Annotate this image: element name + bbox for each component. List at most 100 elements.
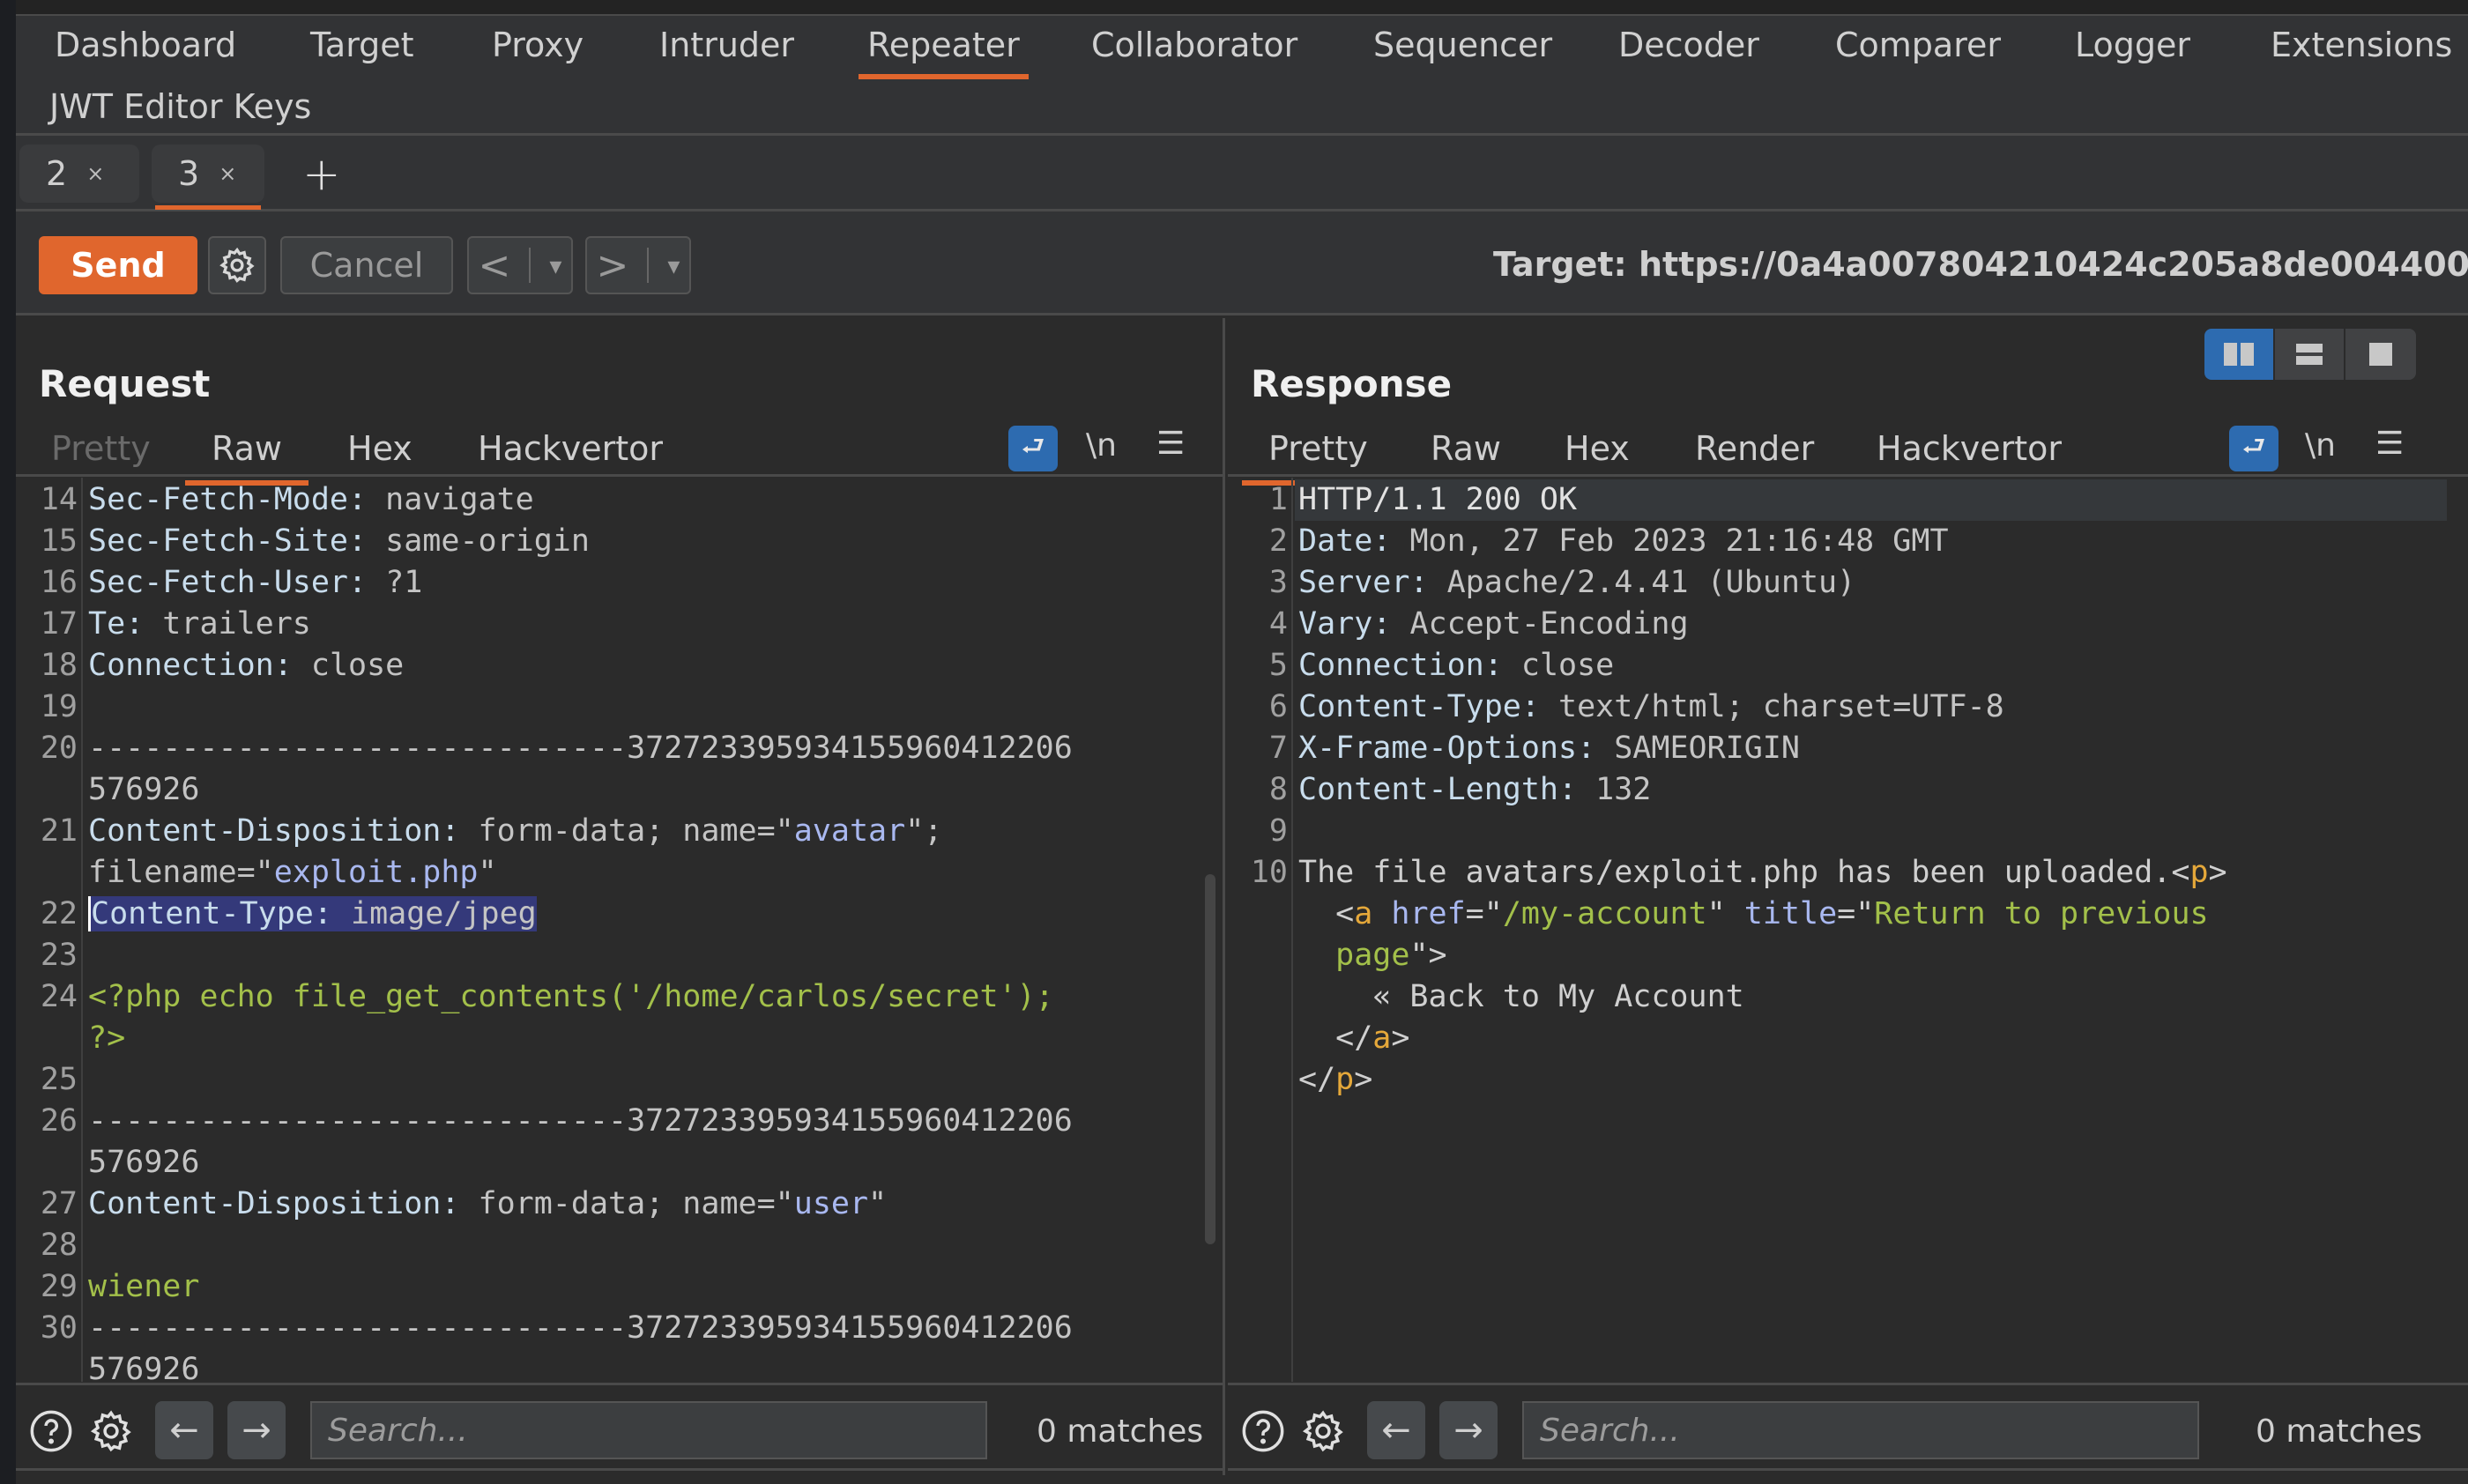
tab-pretty[interactable]: Pretty	[51, 429, 151, 468]
code-line: ?>	[88, 1018, 125, 1059]
token: -----------------------------37272339593…	[88, 1310, 1073, 1346]
token: 576926	[88, 1352, 200, 1382]
dropdown-icon[interactable]: ▾	[549, 251, 561, 280]
menu-icon[interactable]: ☰	[2375, 426, 2404, 462]
settings-button[interactable]	[208, 236, 266, 294]
nav-dashboard[interactable]: Dashboard	[55, 28, 236, 62]
line-number: 17	[40, 606, 78, 642]
tab-hackvertor[interactable]: Hackvertor	[478, 429, 663, 468]
vertical-scrollbar[interactable]	[1205, 874, 1215, 1244]
nav-comparer[interactable]: Comparer	[1835, 28, 2001, 62]
token: p	[1335, 1062, 1355, 1097]
cancel-button[interactable]: Cancel	[280, 236, 453, 294]
layout-side-by-side-button[interactable]	[2204, 329, 2275, 380]
tab-raw[interactable]: Raw	[1431, 429, 1501, 468]
new-tab-button[interactable]: +	[302, 148, 341, 201]
line-number: 19	[40, 689, 78, 724]
token: /my-account	[1502, 896, 1707, 931]
help-icon	[1242, 1410, 1284, 1452]
code-line: Vary: Accept-Encoding	[1298, 604, 1689, 645]
layout-single-button[interactable]	[2345, 329, 2416, 380]
send-button[interactable]: Send	[39, 236, 197, 294]
back-button[interactable]: < ▾	[467, 236, 573, 294]
gear-icon	[219, 247, 255, 283]
code-line: Connection: close	[1298, 645, 1614, 686]
tab-pretty[interactable]: Pretty	[1242, 429, 1394, 486]
line-number: 29	[40, 1269, 78, 1304]
line-number: 21	[40, 813, 78, 849]
code-line: Content-Length: 132	[1298, 769, 1651, 811]
previous-match-button[interactable]: ←	[1367, 1401, 1425, 1459]
columns-icon	[2224, 343, 2254, 366]
panel-title: Request	[39, 362, 211, 405]
token: trailers	[162, 606, 311, 642]
nav-proxy[interactable]: Proxy	[492, 28, 584, 62]
line-number: 27	[40, 1186, 78, 1221]
target-url[interactable]: Target: https://0a4a007804210424c205a8de…	[1493, 245, 2468, 284]
token: >	[1354, 1062, 1373, 1097]
token: user	[793, 1186, 869, 1221]
code-line: 576926	[88, 1142, 199, 1183]
token: ="	[1465, 896, 1503, 931]
help-button[interactable]	[28, 1408, 74, 1454]
token: Content-Disposition:	[88, 813, 479, 849]
token: "	[478, 855, 497, 890]
nav-jwt-editor-keys[interactable]: JWT Editor Keys	[49, 90, 311, 123]
line-number: 3	[1268, 565, 1288, 600]
token: ?>	[88, 1020, 126, 1056]
layout-stacked-button[interactable]	[2275, 329, 2345, 380]
dropdown-icon[interactable]: ▾	[667, 251, 680, 280]
repeater-tab-3[interactable]: 3 ×	[152, 145, 264, 210]
tab-raw[interactable]: Raw	[185, 429, 308, 486]
code-line: Content-Disposition: form-data; name="av…	[88, 811, 942, 852]
token: Sec-Fetch-Site:	[88, 523, 386, 559]
token: Sec-Fetch-User:	[88, 565, 386, 600]
nav-logger[interactable]: Logger	[2075, 28, 2190, 62]
nav-decoder[interactable]: Decoder	[1618, 28, 1759, 62]
tab-hex[interactable]: Hex	[347, 429, 413, 468]
line-number: 5	[1268, 648, 1288, 683]
search-settings-button[interactable]	[1300, 1408, 1346, 1454]
token: -----------------------------37272339593…	[88, 1103, 1073, 1139]
token: Te:	[88, 606, 163, 642]
repeater-tab-2[interactable]: 2 ×	[19, 145, 139, 203]
token: avatar	[793, 813, 906, 849]
nav-intruder[interactable]: Intruder	[659, 28, 794, 62]
close-icon[interactable]: ×	[219, 161, 236, 186]
previous-match-button[interactable]: ←	[155, 1401, 213, 1459]
request-editor[interactable]: 14 Sec-Fetch-Mode: navigate 15 Sec-Fetch-Si…	[16, 478, 1223, 1382]
tab-hex[interactable]: Hex	[1565, 429, 1630, 468]
code-line: The file avatars/exploit.php has been up…	[1298, 852, 2227, 894]
help-button[interactable]	[1240, 1408, 1286, 1454]
wrap-lines-toggle[interactable]: ⮐	[2229, 426, 2278, 471]
nav-target[interactable]: Target	[310, 28, 414, 62]
tab-hackvertor[interactable]: Hackvertor	[1877, 429, 2062, 468]
response-editor[interactable]: 1 HTTP/1.1 200 OK 2 Date: Mon, 27 Feb 2023 …	[1228, 478, 2468, 1382]
show-newlines-toggle[interactable]: \n	[1086, 427, 1117, 464]
code-line: wiener	[88, 1266, 199, 1308]
tab-render[interactable]: Render	[1695, 429, 1814, 468]
nav-collaborator[interactable]: Collaborator	[1091, 28, 1297, 62]
wrap-lines-toggle[interactable]: ⮐	[1008, 426, 1058, 471]
nav-extensions[interactable]: Extensions	[2271, 28, 2452, 62]
next-match-button[interactable]: →	[1439, 1401, 1498, 1459]
arrow-right-icon: →	[242, 1410, 271, 1451]
response-panel: Response Pretty Raw Hex Render Hackverto…	[1228, 318, 2468, 1475]
code-line: -----------------------------37272339593…	[88, 1101, 1073, 1142]
token: Content-Disposition:	[88, 1186, 479, 1221]
code-line: <?php echo file_get_contents('/home/carl…	[88, 976, 1054, 1018]
next-match-button[interactable]: →	[227, 1401, 286, 1459]
line-number: 23	[40, 938, 78, 973]
close-icon[interactable]: ×	[86, 161, 104, 186]
nav-repeater[interactable]: Repeater	[859, 28, 1029, 79]
search-input[interactable]	[1522, 1401, 2199, 1459]
tab-label: 3	[178, 154, 200, 193]
show-newlines-toggle[interactable]: \n	[2305, 427, 2336, 464]
search-input[interactable]	[310, 1401, 987, 1459]
forward-button[interactable]: > ▾	[585, 236, 691, 294]
line-number: 16	[40, 565, 78, 600]
menu-icon[interactable]: ☰	[1156, 426, 1185, 462]
code-line: 576926	[88, 769, 199, 811]
nav-sequencer[interactable]: Sequencer	[1373, 28, 1552, 62]
search-settings-button[interactable]	[88, 1408, 134, 1454]
